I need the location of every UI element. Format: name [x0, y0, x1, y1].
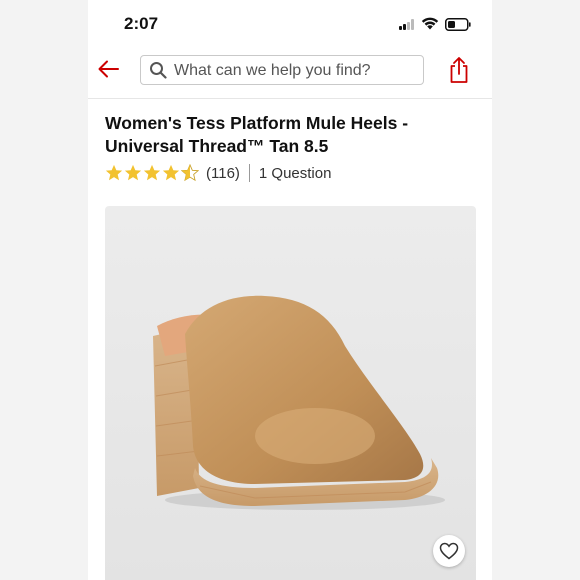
status-time: 2:07 [124, 14, 159, 33]
product-title: Women's Tess Platform Mule Heels - Unive… [105, 113, 409, 156]
star-icon [124, 164, 142, 181]
star-rating [105, 164, 200, 182]
battery-icon [445, 18, 471, 31]
favorite-button[interactable] [433, 535, 465, 567]
heart-icon [439, 542, 459, 560]
wifi-icon [421, 17, 439, 30]
share-button[interactable] [444, 54, 474, 86]
star-icon [143, 164, 161, 181]
share-icon [450, 57, 468, 83]
questions-link[interactable]: 1 Question [259, 165, 332, 182]
phone-screen: 2:07 What can we help you find? Women's … [88, 0, 492, 580]
status-bar: 2:07 [88, 0, 492, 44]
shoe-image [153, 295, 445, 510]
header-bar: What can we help you find? [88, 44, 492, 99]
search-input[interactable]: What can we help you find? [140, 55, 424, 85]
search-placeholder: What can we help you find? [174, 62, 371, 79]
divider [248, 164, 250, 182]
star-icon [105, 164, 123, 181]
review-count-link[interactable]: (116) [206, 165, 240, 182]
cellular-signal-icon [399, 19, 415, 30]
half-star-icon [181, 164, 199, 182]
rating-row: (116) 1 Question [105, 162, 331, 184]
back-button[interactable] [94, 54, 124, 84]
back-arrow-icon [98, 60, 119, 78]
search-icon [150, 62, 167, 79]
star-icon [162, 164, 180, 181]
product-image[interactable] [105, 206, 476, 580]
